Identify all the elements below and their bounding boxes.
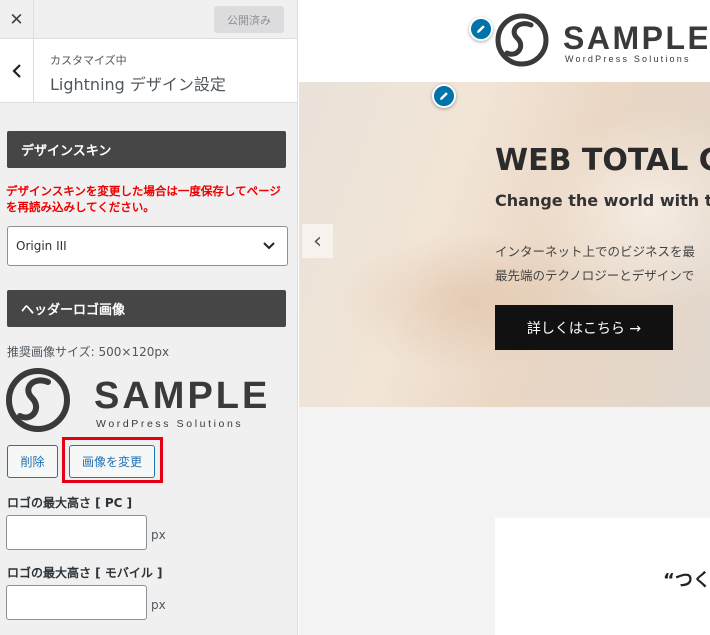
content-card: “つく <box>495 518 710 635</box>
edit-hero-shortcut[interactable] <box>432 84 456 108</box>
highlight-box <box>62 437 163 483</box>
delete-logo-button[interactable]: 削除 <box>7 445 58 478</box>
close-button[interactable]: ✕ <box>0 0 34 39</box>
publish-button[interactable]: 公開済み <box>214 6 284 33</box>
site-logo-tagline: WordPress Solutions <box>565 54 691 64</box>
close-icon: ✕ <box>9 9 24 30</box>
panel-title: Lightning デザイン設定 <box>50 75 226 94</box>
logo-max-mobile-label: ロゴの最大高さ [ モバイル ] <box>7 566 163 580</box>
hero-text-line1: インターネット上でのビジネスを最 <box>495 244 696 259</box>
sample-logo: SAMPLE WordPress Solutions <box>6 368 270 432</box>
panel-header: カスタマイズ中 Lightning デザイン設定 <box>0 39 297 103</box>
customizer-sidebar: ✕ 公開済み カスタマイズ中 Lightning デザイン設定 デザインスキン … <box>0 0 298 635</box>
logo-text: SAMPLE <box>94 375 270 417</box>
logo-tagline: WordPress Solutions <box>96 418 243 430</box>
logo-max-mobile-input[interactable] <box>6 585 147 620</box>
design-skin-heading: デザインスキン <box>7 131 286 168</box>
hero-subtitle: Change the world with th <box>495 191 710 210</box>
logo-max-pc-input[interactable] <box>6 515 147 550</box>
edit-logo-shortcut[interactable] <box>469 17 493 41</box>
slider-prev-button[interactable]: ‹ <box>302 224 333 258</box>
design-skin-warning: デザインスキンを変更した場合は一度保存してページを再読み込みしてください。 <box>6 184 281 214</box>
back-button[interactable] <box>0 39 34 103</box>
logo-max-pc-unit: px <box>151 528 166 542</box>
chevron-down-icon <box>263 242 275 250</box>
hero-text-line2: 最先端のテクノロジーとデザインで <box>495 268 695 283</box>
recommended-size-text: 推奨画像サイズ: 500×120px <box>7 345 170 359</box>
design-skin-selected: Origin III <box>16 239 67 253</box>
hero-title: WEB TOTAL C <box>495 143 710 178</box>
logo-preview-image: SAMPLE WordPress Solutions <box>6 368 276 432</box>
site-header: SAMPLE WordPress Solutions <box>299 0 710 82</box>
site-logo[interactable]: SAMPLE WordPress Solutions <box>495 12 707 70</box>
chevron-left-icon <box>11 64 21 78</box>
site-preview: SAMPLE WordPress Solutions ‹ WEB TOTAL C… <box>299 0 710 635</box>
site-logo-text: SAMPLE <box>563 20 707 56</box>
design-skin-select[interactable]: Origin III <box>7 226 288 266</box>
logo-max-pc-label: ロゴの最大高さ [ PC ] <box>7 496 133 510</box>
customizer-topbar: ✕ 公開済み <box>0 0 297 39</box>
header-logo-heading: ヘッダーロゴ画像 <box>7 290 286 327</box>
chevron-left-icon: ‹ <box>313 228 322 254</box>
logo-max-mobile-unit: px <box>151 598 166 612</box>
pencil-icon <box>477 25 485 33</box>
content-heading: “つく <box>663 570 710 591</box>
customizing-label: カスタマイズ中 <box>50 54 127 67</box>
hero-cta-button[interactable]: 詳しくはこちら → <box>495 305 673 350</box>
pencil-icon <box>440 92 448 100</box>
